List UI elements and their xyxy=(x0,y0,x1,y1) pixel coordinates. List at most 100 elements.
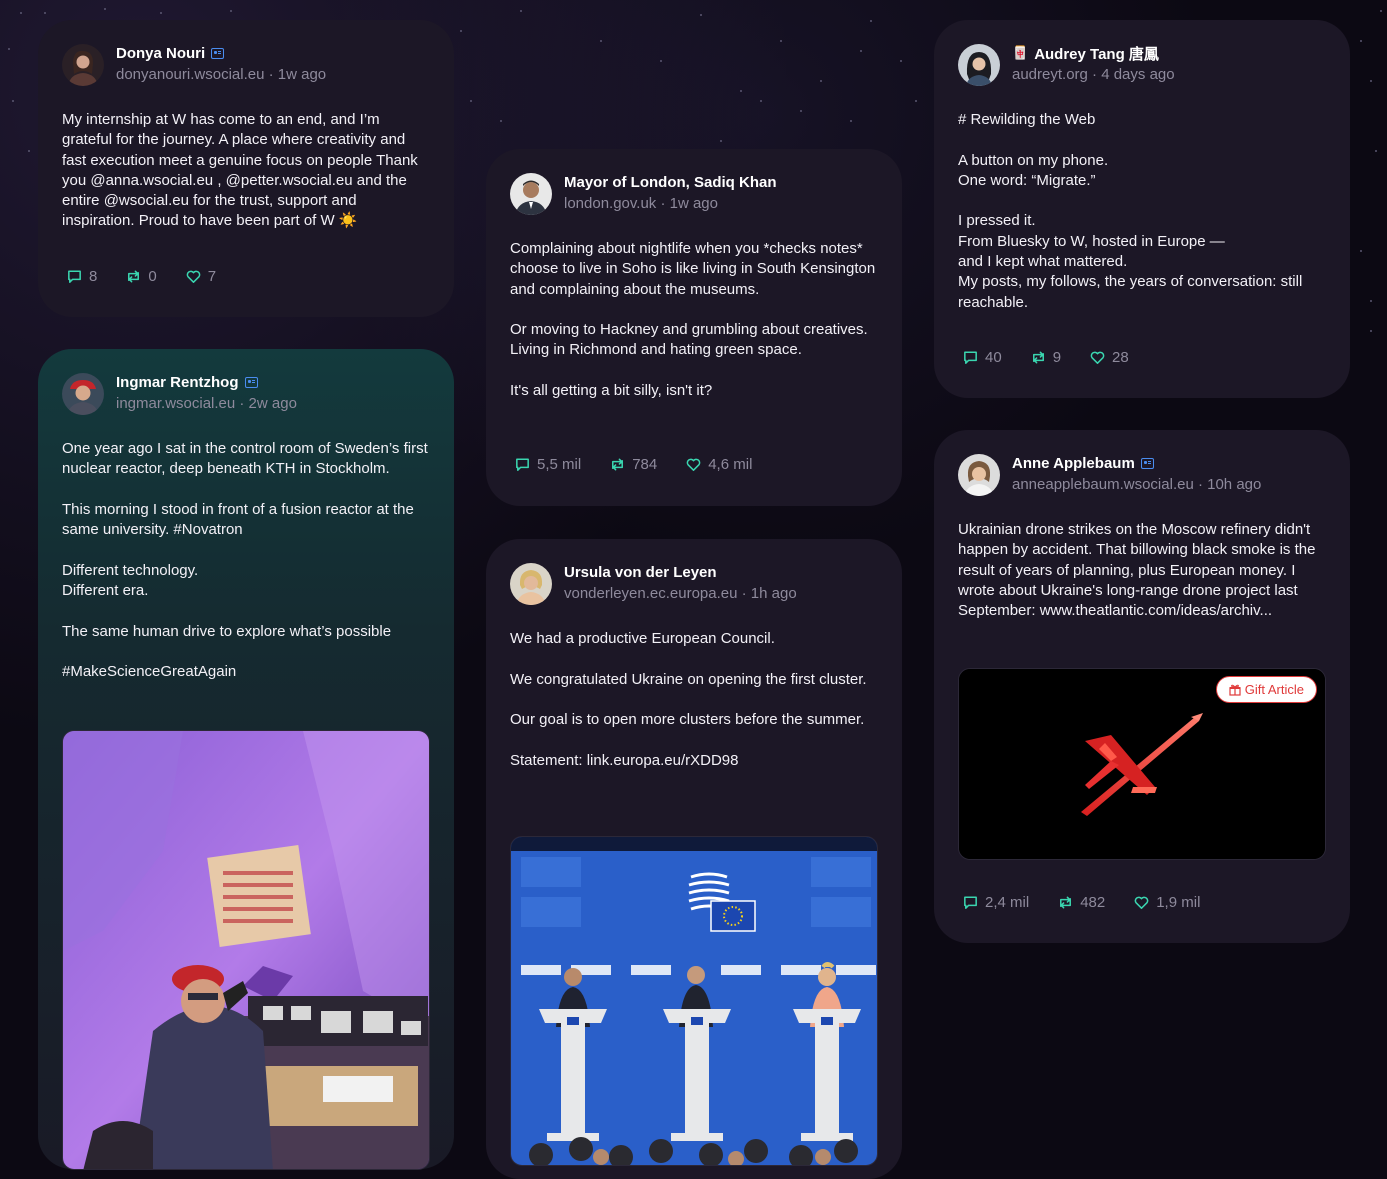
like-count: 1,9 mil xyxy=(1156,893,1201,911)
reply-count: 8 xyxy=(89,267,98,285)
background-dot xyxy=(1380,10,1382,12)
reply-button[interactable]: 2,4 mil xyxy=(962,894,1029,911)
author-name[interactable]: Audrey Tang 唐鳳 xyxy=(1034,43,1159,64)
author-name[interactable]: Ursula von der Leyen xyxy=(564,564,717,581)
avatar[interactable] xyxy=(62,373,104,415)
background-dot xyxy=(470,100,472,102)
post-card-ursula[interactable]: Ursula von der Leyen vonderleyen.ec.euro… xyxy=(486,539,902,1179)
post-card-donya[interactable]: Donya Nouri donyanouri.wsocial.eu · 1w a… xyxy=(38,20,454,317)
post-actions: 8 0 7 xyxy=(66,264,216,288)
repost-icon xyxy=(1057,894,1074,911)
background-dot xyxy=(8,48,10,50)
post-actions: 2,4 mil 482 1,9 mil xyxy=(962,890,1200,914)
repost-icon xyxy=(609,456,626,473)
like-icon xyxy=(1089,349,1106,366)
background-dot xyxy=(1360,40,1362,42)
background-dot xyxy=(915,100,917,102)
background-dot xyxy=(28,150,30,152)
post-text: Ukrainian drone strikes on the Moscow re… xyxy=(958,521,1316,620)
background-dot xyxy=(230,10,232,12)
background-dot xyxy=(460,30,462,32)
avatar[interactable] xyxy=(958,44,1000,86)
post-image-control-room[interactable] xyxy=(62,730,430,1170)
reply-count: 40 xyxy=(985,348,1002,366)
avatar[interactable] xyxy=(510,173,552,215)
background-dot xyxy=(860,50,862,52)
background-dot xyxy=(1375,150,1377,152)
post-actions: 40 9 28 xyxy=(962,345,1129,369)
link-card-image[interactable]: Gift Article xyxy=(958,668,1326,860)
background-dot xyxy=(870,20,872,22)
reply-icon xyxy=(962,894,979,911)
background-dot xyxy=(760,100,762,102)
like-icon xyxy=(185,268,202,285)
like-button[interactable]: 1,9 mil xyxy=(1133,894,1200,911)
background-dot xyxy=(500,120,502,122)
reply-button[interactable]: 8 xyxy=(66,268,97,285)
repost-icon xyxy=(125,268,142,285)
background-dot xyxy=(800,110,802,112)
post-image-press-conference[interactable] xyxy=(510,836,878,1166)
repost-button[interactable]: 0 xyxy=(125,267,157,285)
avatar[interactable] xyxy=(510,563,552,605)
background-dot xyxy=(700,14,702,16)
like-button[interactable]: 4,6 mil xyxy=(685,456,752,473)
post-text: We had a productive European Council. We… xyxy=(510,630,867,769)
repost-button[interactable]: 9 xyxy=(1030,349,1061,366)
author-handle[interactable]: london.gov.uk · 1w ago xyxy=(564,195,777,212)
avatar[interactable] xyxy=(958,454,1000,496)
post-text: Complaining about nightlife when you *ch… xyxy=(510,240,876,400)
reply-icon xyxy=(962,349,979,366)
like-count: 28 xyxy=(1112,348,1129,366)
repost-button[interactable]: 482 xyxy=(1057,894,1105,911)
like-icon xyxy=(1133,894,1150,911)
reply-button[interactable]: 40 xyxy=(962,349,1002,366)
post-card-sadiq[interactable]: Mayor of London, Sadiq Khan london.gov.u… xyxy=(486,149,902,506)
like-button[interactable]: 7 xyxy=(185,268,216,285)
background-dot xyxy=(820,80,822,82)
background-dot xyxy=(520,10,522,12)
post-text: One year ago I sat in the control room o… xyxy=(62,440,428,681)
background-dot xyxy=(12,100,14,102)
post-card-anne[interactable]: Anne Applebaum anneapplebaum.wsocial.eu … xyxy=(934,430,1350,943)
background-dot xyxy=(104,8,106,10)
like-icon xyxy=(685,456,702,473)
like-button[interactable]: 28 xyxy=(1089,349,1129,366)
verified-icon xyxy=(244,376,258,388)
gift-article-label: Gift Article xyxy=(1244,682,1304,697)
post-card-audrey[interactable]: 🀄 Audrey Tang 唐鳳 audreyt.org · 4 days ago… xyxy=(934,20,1350,398)
background-dot xyxy=(600,40,602,42)
author-handle[interactable]: vonderleyen.ec.europa.eu · 1h ago xyxy=(564,585,797,602)
repost-icon xyxy=(1030,349,1047,366)
post-actions: 5,5 mil 784 4,6 mil xyxy=(514,452,752,476)
background-dot xyxy=(20,12,22,14)
author-name[interactable]: Donya Nouri xyxy=(116,45,205,62)
author-name[interactable]: Mayor of London, Sadiq Khan xyxy=(564,174,777,191)
post-text: # Rewilding the Web A button on my phone… xyxy=(958,111,1303,311)
background-dot xyxy=(1370,300,1372,302)
background-dot xyxy=(1370,330,1372,332)
author-handle[interactable]: audreyt.org · 4 days ago xyxy=(1012,66,1175,83)
post-card-ingmar[interactable]: Ingmar Rentzhog ingmar.wsocial.eu · 2w a… xyxy=(38,349,454,1170)
background-dot xyxy=(900,60,902,62)
background-dot xyxy=(850,120,852,122)
repost-count: 0 xyxy=(148,267,157,285)
author-handle[interactable]: anneapplebaum.wsocial.eu · 10h ago xyxy=(1012,476,1261,493)
gift-article-button[interactable]: Gift Article xyxy=(1215,676,1317,703)
author-handle[interactable]: ingmar.wsocial.eu · 2w ago xyxy=(116,395,297,412)
background-dot xyxy=(44,12,46,14)
author-name[interactable]: Anne Applebaum xyxy=(1012,455,1135,472)
avatar[interactable] xyxy=(62,44,104,86)
author-handle[interactable]: donyanouri.wsocial.eu · 1w ago xyxy=(116,66,326,83)
author-name[interactable]: Ingmar Rentzhog xyxy=(116,374,239,391)
reply-icon xyxy=(66,268,83,285)
background-dot xyxy=(160,12,162,14)
like-count: 4,6 mil xyxy=(708,455,753,473)
background-dot xyxy=(1360,250,1362,252)
reply-count: 2,4 mil xyxy=(985,893,1030,911)
background-dot xyxy=(780,40,782,42)
verified-icon xyxy=(211,47,225,59)
repost-button[interactable]: 784 xyxy=(609,456,657,473)
reply-button[interactable]: 5,5 mil xyxy=(514,456,581,473)
background-dot xyxy=(740,90,742,92)
